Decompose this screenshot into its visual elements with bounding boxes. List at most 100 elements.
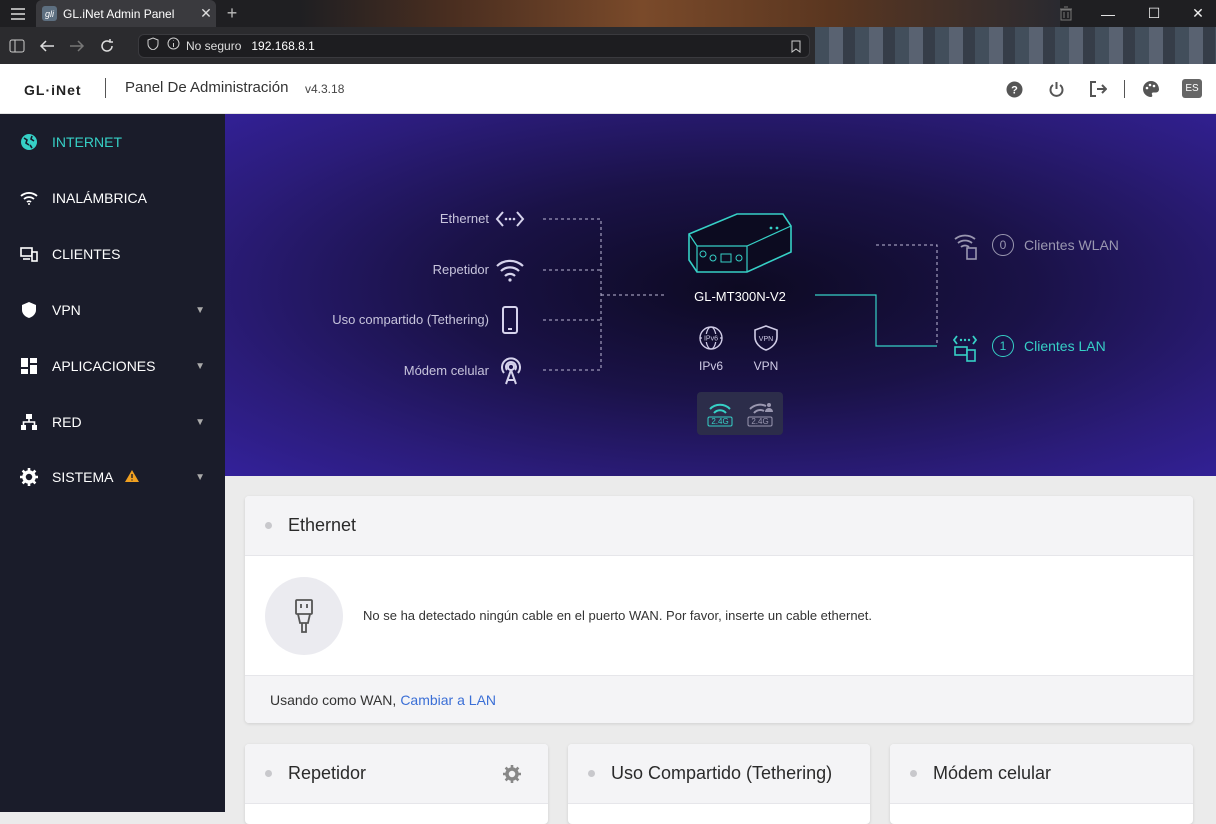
blurred-extensions	[815, 27, 1216, 64]
repetidor-card: Repetidor	[245, 744, 548, 824]
wifi-radio-box: 2.4G 2.4G	[697, 392, 783, 435]
ethernet-plug-icon	[265, 577, 343, 655]
sidebar-item-label: CLIENTES	[52, 246, 121, 262]
help-icon[interactable]: ?	[1004, 79, 1024, 99]
switch-to-lan-link[interactable]: Cambiar a LAN	[400, 692, 496, 708]
apps-grid-icon	[19, 356, 39, 376]
warning-icon	[125, 469, 140, 485]
language-button[interactable]: ES	[1182, 79, 1202, 98]
ipv6-icon[interactable]: IPv6	[697, 326, 725, 355]
device-name[interactable]: GL-MT300N-V2	[690, 289, 790, 304]
lan-client-count: 1	[992, 335, 1014, 357]
shield-icon	[19, 300, 39, 320]
url-field[interactable]: No seguro 192.168.8.1	[138, 34, 810, 58]
sidebar-item-sistema[interactable]: SISTEMA ▼	[0, 449, 225, 505]
gear-icon[interactable]	[503, 765, 521, 788]
version-label: v4.3.18	[305, 82, 345, 96]
sidebar-item-inalambrica[interactable]: INALÁMBRICA	[0, 170, 225, 226]
info-icon[interactable]	[167, 37, 180, 55]
chevron-down-icon: ▼	[195, 304, 205, 316]
close-window-icon[interactable]: ✕	[1174, 0, 1216, 27]
sidebar-item-red[interactable]: RED ▼	[0, 394, 225, 450]
wan-modem-label[interactable]: Módem celular	[404, 363, 489, 378]
gl-inet-logo[interactable]: GL·iNet	[24, 82, 82, 98]
logout-icon[interactable]	[1088, 79, 1108, 99]
card-header: Uso Compartido (Tethering)	[568, 744, 870, 804]
lan-clients-icon[interactable]	[952, 332, 981, 367]
sidebar-item-aplicaciones[interactable]: APLICACIONES ▼	[0, 338, 225, 394]
bookmark-icon[interactable]	[791, 40, 801, 58]
tab-title: GL.iNet Admin Panel	[63, 6, 175, 21]
repeater-wifi-icon[interactable]	[495, 255, 525, 285]
maximize-icon[interactable]: ☐	[1130, 0, 1178, 27]
reload-icon[interactable]	[92, 27, 122, 64]
close-tab-icon[interactable]: ✕	[196, 5, 216, 22]
svg-text:VPN: VPN	[759, 336, 773, 343]
sidebar-item-label: INTERNET	[52, 134, 122, 150]
palette-icon[interactable]	[1141, 79, 1161, 99]
power-icon[interactable]	[1046, 79, 1066, 99]
browser-tab[interactable]: gli GL.iNet Admin Panel ✕	[36, 0, 216, 27]
page-title: Panel De Administración	[125, 79, 289, 96]
status-dot	[588, 770, 595, 777]
new-tab-icon[interactable]: +	[222, 3, 242, 24]
card-title: Ethernet	[288, 515, 357, 535]
wifi-icon	[19, 188, 39, 208]
ethernet-message: No se ha detectado ningún cable en el pu…	[363, 608, 872, 623]
sidebar-item-label: VPN	[52, 302, 81, 318]
chevron-down-icon: ▼	[195, 416, 205, 428]
minimize-icon[interactable]: —	[1084, 0, 1132, 27]
status-dot	[265, 770, 272, 777]
wifi-badge-label: 2.4G	[751, 417, 769, 426]
router-device-icon	[683, 206, 797, 281]
ethernet-card: Ethernet No se ha detectado ningún cable…	[245, 496, 1193, 723]
sidebar-item-vpn[interactable]: VPN ▼	[0, 282, 225, 338]
trash-icon[interactable]	[1042, 0, 1090, 27]
wifi-badge-label: 2.4G	[711, 417, 729, 426]
wifi-24g-active-icon[interactable]: 2.4G	[705, 400, 735, 428]
network-topology-panel: Ethernet Repetidor Uso compartido (Tethe…	[225, 114, 1216, 476]
sidebar-item-label: RED	[52, 414, 82, 430]
ipv6-label: IPv6	[698, 359, 723, 373]
devices-icon	[19, 244, 39, 264]
wan-tethering-label[interactable]: Uso compartido (Tethering)	[332, 312, 489, 327]
app-header: GL·iNet Panel De Administración v4.3.18 …	[0, 64, 1216, 114]
sidebar-menu-icon[interactable]	[0, 0, 36, 27]
card-header: Módem celular	[890, 744, 1193, 804]
forward-icon[interactable]	[62, 27, 92, 64]
sidebar-item-label: INALÁMBRICA	[52, 190, 147, 206]
sidebar: INTERNET INALÁMBRICA CLIENTES VPN ▼ APLI…	[0, 114, 225, 812]
card-title: Módem celular	[933, 763, 1052, 783]
vpn-shield-icon[interactable]: VPN	[753, 325, 779, 356]
globe-icon	[19, 132, 39, 152]
sidebar-item-clientes[interactable]: CLIENTES	[0, 226, 225, 282]
svg-text:?: ?	[1011, 84, 1018, 96]
card-title: Repetidor	[288, 763, 367, 783]
sidebar-item-internet[interactable]: INTERNET	[0, 114, 225, 170]
url-text: 192.168.8.1	[251, 39, 315, 53]
phone-icon[interactable]	[498, 305, 528, 335]
ethernet-icon[interactable]	[495, 204, 525, 234]
wlan-clients-label[interactable]: Clientes WLAN	[1024, 237, 1119, 253]
card-footer: Usando como WAN, Cambiar a LAN	[245, 675, 1193, 723]
security-label: No seguro	[186, 39, 242, 53]
wifi-24g-guest-icon[interactable]: 2.4G	[745, 400, 775, 428]
back-icon[interactable]	[32, 27, 62, 64]
wlan-clients-icon[interactable]	[953, 230, 981, 265]
status-dot	[910, 770, 917, 777]
wan-repetidor-label[interactable]: Repetidor	[433, 262, 489, 277]
blurred-background	[300, 0, 1060, 27]
chevron-down-icon: ▼	[195, 360, 205, 372]
sidebar-toggle-icon[interactable]	[2, 27, 32, 64]
network-icon	[19, 412, 39, 432]
modem-card: Módem celular	[890, 744, 1193, 824]
shield-icon	[147, 37, 159, 55]
status-dot	[265, 522, 272, 529]
lan-clients-label[interactable]: Clientes LAN	[1024, 338, 1106, 354]
card-header: Repetidor	[245, 744, 548, 804]
tethering-card: Uso Compartido (Tethering)	[568, 744, 870, 824]
wan-ethernet-label[interactable]: Ethernet	[440, 211, 489, 226]
card-header: Ethernet	[245, 496, 1193, 556]
header-divider	[105, 78, 106, 98]
cellular-tower-icon[interactable]	[497, 356, 527, 386]
